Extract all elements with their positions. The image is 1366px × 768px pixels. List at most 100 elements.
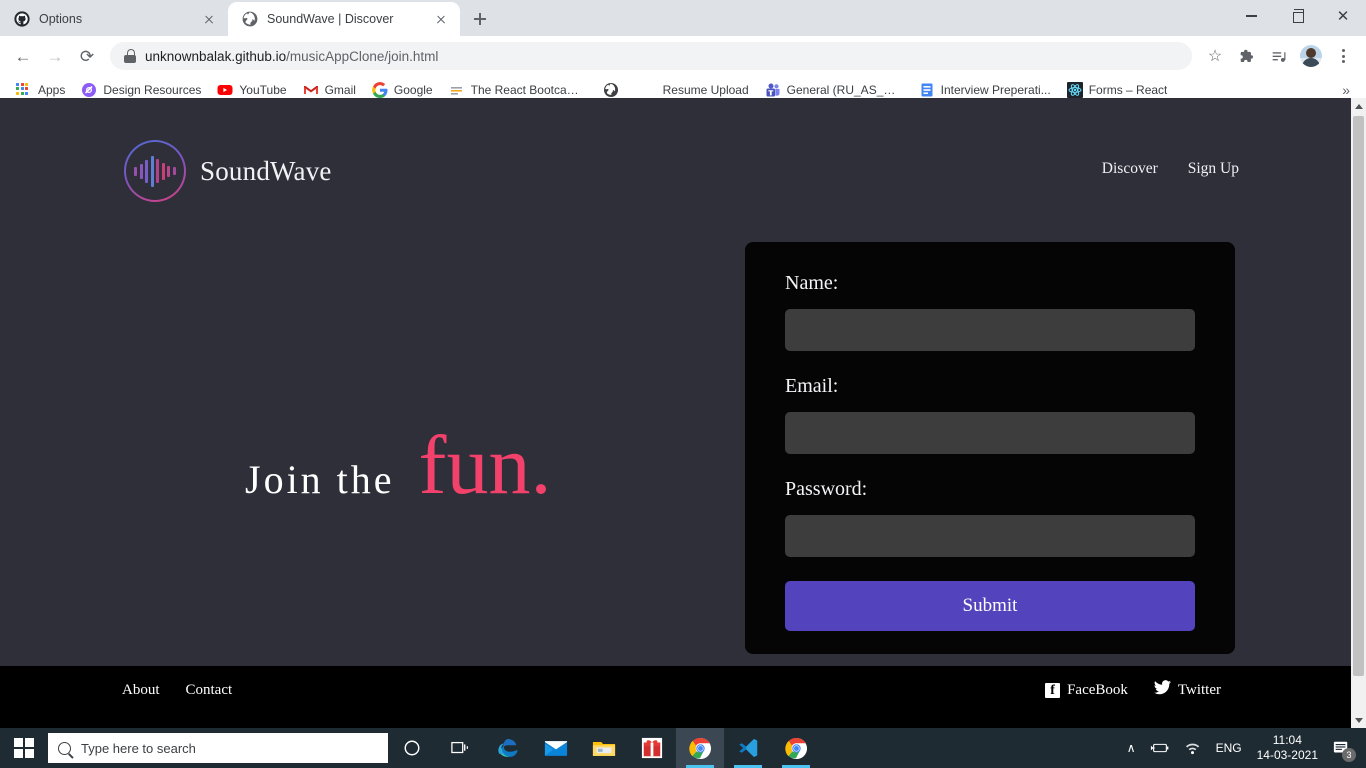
tab-close-icon[interactable] xyxy=(432,10,450,28)
twitter-icon xyxy=(1153,680,1171,700)
scroll-up-icon[interactable] xyxy=(1351,98,1366,114)
design-resources-icon xyxy=(81,82,97,98)
bookmark-label: The React Bootcam... xyxy=(470,82,587,97)
email-input[interactable] xyxy=(785,412,1195,454)
globe-icon xyxy=(242,11,258,27)
soundwave-page: SoundWave Discover Sign Up Join the fun.… xyxy=(0,98,1351,728)
puzzle-icon[interactable] xyxy=(1232,41,1262,71)
minimize-icon[interactable] xyxy=(1228,0,1274,32)
cortana-icon[interactable] xyxy=(388,728,436,768)
hero-heading: Join the fun. xyxy=(245,419,552,512)
hero-text-accent: fun. xyxy=(418,419,552,512)
facebook-icon: f xyxy=(1045,682,1061,698)
name-label: Name: xyxy=(785,272,839,294)
site-logo[interactable]: SoundWave xyxy=(124,140,332,202)
signup-form: Name: Email: Password: Submit xyxy=(745,242,1235,654)
bookmark-label: Apps xyxy=(38,82,66,97)
hero-text-plain: Join the xyxy=(245,457,395,502)
avatar[interactable] xyxy=(1296,41,1326,71)
name-input[interactable] xyxy=(785,309,1195,351)
site-header: SoundWave Discover Sign Up xyxy=(0,98,1351,218)
bookmark-label: Resume Upload xyxy=(662,82,749,97)
doc-icon xyxy=(919,82,935,98)
email-label: Email: xyxy=(785,375,839,397)
nav-link-signup[interactable]: Sign Up xyxy=(1188,160,1239,178)
clock[interactable]: 11:04 14-03-2021 xyxy=(1249,728,1326,768)
tab-title: Options xyxy=(39,12,83,26)
chrome-icon[interactable] xyxy=(772,728,820,768)
page-viewport: SoundWave Discover Sign Up Join the fun.… xyxy=(0,98,1366,728)
notification-icon[interactable]: 3 xyxy=(1326,728,1360,768)
url-path: /musicAppClone/join.html xyxy=(286,48,439,64)
scroll-down-icon[interactable] xyxy=(1351,712,1366,728)
back-button[interactable]: ← xyxy=(8,41,38,71)
url-text: unknownbalak.github.io/musicAppClone/joi… xyxy=(145,49,438,64)
vscode-icon[interactable] xyxy=(724,728,772,768)
github-icon xyxy=(14,11,30,27)
wifi-icon[interactable] xyxy=(1177,728,1209,768)
battery-charging-icon[interactable] xyxy=(1143,728,1177,768)
google-icon xyxy=(372,81,388,98)
browser-tab-soundwave[interactable]: SoundWave | Discover xyxy=(228,2,460,36)
scrollbar-thumb[interactable] xyxy=(1353,116,1364,676)
bookmark-label: Interview Preperati... xyxy=(940,82,1051,97)
submit-button[interactable]: Submit xyxy=(785,581,1195,631)
bookmark-label: Forms – React xyxy=(1088,82,1168,97)
bookmark-label: Design Resources xyxy=(103,82,202,97)
site-nav: Discover Sign Up xyxy=(1102,160,1239,178)
kebab-icon[interactable] xyxy=(1328,41,1358,71)
language-indicator[interactable]: ENG xyxy=(1209,728,1249,768)
tab-close-icon[interactable] xyxy=(200,10,218,28)
bookmark-label: General (RU_AS_V_... xyxy=(786,82,903,97)
system-tray: ∧ ENG 11:04 14-03-2021 3 xyxy=(1120,728,1366,768)
windows-start-icon[interactable] xyxy=(0,728,48,768)
edge-icon[interactable] xyxy=(484,728,532,768)
teams-icon xyxy=(765,82,781,98)
address-bar[interactable]: unknownbalak.github.io/musicAppClone/joi… xyxy=(110,42,1192,70)
mail-icon[interactable] xyxy=(532,728,580,768)
site-footer: About Contact f FaceBook Twitter xyxy=(0,666,1351,728)
social-link-facebook[interactable]: f FaceBook xyxy=(1045,682,1128,699)
clock-date: 14-03-2021 xyxy=(1256,748,1318,762)
new-tab-button[interactable] xyxy=(466,5,494,33)
password-label: Password: xyxy=(785,478,868,500)
task-view-icon[interactable] xyxy=(436,728,484,768)
nav-link-discover[interactable]: Discover xyxy=(1102,160,1158,178)
windows-taskbar: Type here to search ∧ ENG 11:04 14-03-20… xyxy=(0,728,1366,768)
notification-count: 3 xyxy=(1342,748,1356,762)
youtube-icon xyxy=(217,82,233,98)
media-icon[interactable] xyxy=(1264,41,1294,71)
globe-icon xyxy=(603,82,619,98)
taskbar-search-input[interactable]: Type here to search xyxy=(48,733,388,763)
social-label: Twitter xyxy=(1177,681,1221,698)
react-icon xyxy=(1066,81,1083,98)
bookmark-star-icon[interactable]: ☆ xyxy=(1200,41,1230,71)
forward-button[interactable]: → xyxy=(40,41,70,71)
bookmarks-overflow-button[interactable]: » xyxy=(1334,82,1358,98)
clock-time: 11:04 xyxy=(1272,733,1302,747)
chrome-icon[interactable] xyxy=(676,728,724,768)
footer-links: About Contact xyxy=(122,682,232,699)
apps-grid-icon xyxy=(16,82,32,98)
footer-link-about[interactable]: About xyxy=(122,682,160,699)
social-link-twitter[interactable]: Twitter xyxy=(1153,680,1221,700)
search-placeholder: Type here to search xyxy=(81,740,196,756)
reload-button[interactable]: ⟳ xyxy=(72,41,102,71)
soundwave-logo-icon xyxy=(124,140,186,202)
page-scrollbar[interactable] xyxy=(1351,98,1366,728)
lock-icon xyxy=(124,49,136,63)
password-input[interactable] xyxy=(785,515,1195,557)
file-explorer-icon[interactable] xyxy=(580,728,628,768)
url-host: unknownbalak.github.io xyxy=(145,48,287,64)
bootcamp-icon xyxy=(449,82,465,98)
footer-link-contact[interactable]: Contact xyxy=(186,682,233,699)
restore-icon[interactable] xyxy=(1274,0,1320,32)
search-icon xyxy=(58,741,71,755)
social-label: FaceBook xyxy=(1067,681,1128,698)
window-controls: ✕ xyxy=(1228,0,1366,36)
brand-name: SoundWave xyxy=(200,155,332,186)
gift-icon[interactable] xyxy=(628,728,676,768)
tray-expand-icon[interactable]: ∧ xyxy=(1120,728,1143,768)
browser-tab-options[interactable]: Options xyxy=(0,2,228,36)
close-icon[interactable]: ✕ xyxy=(1320,0,1366,32)
